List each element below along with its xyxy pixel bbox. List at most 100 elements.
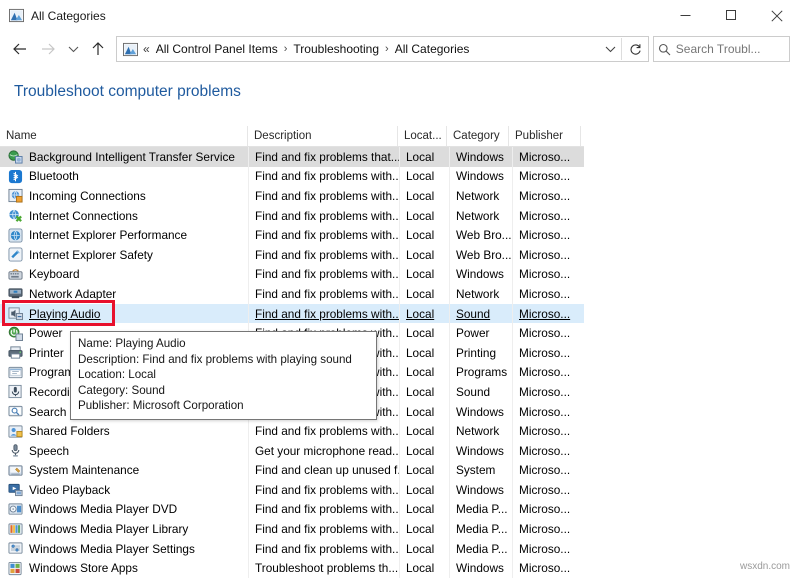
shared-folders-icon — [8, 424, 23, 439]
breadcrumb-separator-icon[interactable]: › — [279, 43, 293, 55]
cell-category: Sound — [450, 304, 512, 324]
cell-location: Local — [400, 323, 449, 343]
table-row[interactable]: Windows Media Player DVDFind and fix pro… — [0, 500, 584, 520]
cell-name[interactable]: Keyboard — [0, 265, 248, 285]
breadcrumb-item-troubleshooting[interactable]: Troubleshooting — [292, 40, 380, 58]
video-playback-icon — [8, 482, 23, 497]
tooltip-line-description: Description: Find and fix problems with … — [78, 352, 370, 368]
search-box[interactable] — [653, 36, 790, 62]
cell-category: Power — [450, 323, 512, 343]
back-button[interactable] — [6, 35, 34, 63]
cell-publisher: Microso... — [513, 323, 585, 343]
row-name-label: Power — [29, 326, 62, 340]
cell-name[interactable]: Internet Explorer Performance — [0, 225, 248, 245]
cell-location: Local — [400, 245, 449, 265]
table-row[interactable]: Internet Explorer SafetyFind and fix pro… — [0, 245, 584, 265]
table-row[interactable]: Windows Media Player LibraryFind and fix… — [0, 519, 584, 539]
row-name-label: Keyboard — [29, 267, 80, 281]
column-header-name[interactable]: Name — [0, 126, 248, 146]
breadcrumb-overflow-icon[interactable]: « — [143, 42, 155, 56]
cell-description: Find and fix problems with... — [249, 186, 399, 206]
row-name-label: Speech — [29, 444, 69, 458]
cell-location: Local — [400, 480, 449, 500]
row-name-label: Bluetooth — [29, 169, 79, 183]
table-row[interactable]: Playing AudioFind and fix problems with.… — [0, 304, 584, 324]
refresh-button[interactable] — [621, 38, 648, 60]
bits-icon — [8, 149, 23, 164]
table-row[interactable]: Windows Media Player SettingsFind and fi… — [0, 539, 584, 559]
table-row[interactable]: SpeechGet your microphone read...LocalWi… — [0, 441, 584, 461]
cell-name[interactable]: Internet Explorer Safety — [0, 245, 248, 265]
cell-location: Local — [400, 363, 449, 383]
table-row[interactable]: Internet ConnectionsFind and fix problem… — [0, 206, 584, 226]
search-icon — [654, 43, 676, 56]
table-row[interactable]: BluetoothFind and fix problems with...Lo… — [0, 167, 584, 187]
table-row[interactable]: Internet Explorer PerformanceFind and fi… — [0, 225, 584, 245]
cell-name[interactable]: Windows Media Player DVD — [0, 500, 248, 520]
table-row[interactable]: Background Intelligent Transfer ServiceF… — [0, 147, 584, 167]
table-row[interactable]: System MaintenanceFind and clean up unus… — [0, 461, 584, 481]
wmp-dvd-icon — [8, 502, 23, 517]
program-compat-icon — [8, 365, 23, 380]
ie-performance-icon — [8, 228, 23, 243]
cell-location: Local — [400, 558, 449, 578]
column-header-category[interactable]: Category — [447, 126, 509, 146]
close-button[interactable] — [754, 0, 800, 31]
cell-description: Find and fix problems with... — [249, 245, 399, 265]
cell-name[interactable]: Windows Media Player Settings — [0, 539, 248, 559]
breadcrumb-item-all-categories[interactable]: All Categories — [394, 40, 471, 58]
table-row[interactable]: Network AdapterFind and fix problems wit… — [0, 284, 584, 304]
cell-location: Local — [400, 461, 449, 481]
column-header-publisher[interactable]: Publisher — [509, 126, 581, 146]
cell-name[interactable]: Video Playback — [0, 480, 248, 500]
row-name-label: Internet Connections — [29, 209, 138, 223]
breadcrumb-item-all-control-panel-items[interactable]: All Control Panel Items — [155, 40, 279, 58]
cell-name[interactable]: Speech — [0, 441, 248, 461]
keyboard-icon — [8, 267, 23, 282]
cell-category: Network — [450, 421, 512, 441]
cell-name[interactable]: System Maintenance — [0, 461, 248, 481]
cell-name[interactable]: Playing Audio — [0, 304, 248, 324]
cell-name[interactable]: Shared Folders — [0, 421, 248, 441]
cell-name[interactable]: Background Intelligent Transfer Service — [0, 147, 248, 167]
cell-name[interactable]: Windows Media Player Library — [0, 519, 248, 539]
address-bar[interactable]: « All Control Panel Items › Troubleshoot… — [116, 36, 649, 62]
maximize-button[interactable] — [708, 0, 754, 31]
forward-button[interactable] — [34, 35, 62, 63]
cell-category: Windows — [450, 147, 512, 167]
breadcrumb-separator-icon[interactable]: › — [380, 43, 394, 55]
cell-publisher: Microso... — [513, 343, 585, 363]
cell-category: Network — [450, 186, 512, 206]
column-header-location[interactable]: Locat... — [398, 126, 447, 146]
cell-name[interactable]: Network Adapter — [0, 284, 248, 304]
up-button[interactable] — [84, 35, 112, 63]
tooltip-line-name: Name: Playing Audio — [78, 336, 370, 352]
minimize-button[interactable] — [662, 0, 708, 31]
table-row[interactable]: Video PlaybackFind and fix problems with… — [0, 480, 584, 500]
bluetooth-icon — [8, 169, 23, 184]
cell-category: Web Bro... — [450, 225, 512, 245]
cell-publisher: Microso... — [513, 284, 585, 304]
cell-name[interactable]: Internet Connections — [0, 206, 248, 226]
playing-audio-icon — [8, 306, 23, 321]
cell-location: Local — [400, 206, 449, 226]
cell-publisher: Microso... — [513, 500, 585, 520]
cell-name[interactable]: Incoming Connections — [0, 186, 248, 206]
cell-location: Local — [400, 421, 449, 441]
table-row[interactable]: KeyboardFind and fix problems with...Loc… — [0, 265, 584, 285]
recent-locations-button[interactable] — [62, 35, 84, 63]
search-input[interactable] — [676, 42, 789, 56]
table-row[interactable]: Shared FoldersFind and fix problems with… — [0, 421, 584, 441]
cell-location: Local — [400, 500, 449, 520]
cell-category: System — [450, 461, 512, 481]
chevron-down-icon[interactable] — [599, 45, 621, 53]
cell-publisher: Microso... — [513, 225, 585, 245]
cell-name[interactable]: Bluetooth — [0, 167, 248, 187]
cell-name[interactable]: Windows Store Apps — [0, 558, 248, 578]
internet-connections-icon — [8, 208, 23, 223]
table-row[interactable]: Windows Store AppsTroubleshoot problems … — [0, 558, 584, 578]
network-adapter-icon — [8, 286, 23, 301]
cell-publisher: Microso... — [513, 441, 585, 461]
column-header-description[interactable]: Description — [248, 126, 398, 146]
table-row[interactable]: Incoming ConnectionsFind and fix problem… — [0, 186, 584, 206]
